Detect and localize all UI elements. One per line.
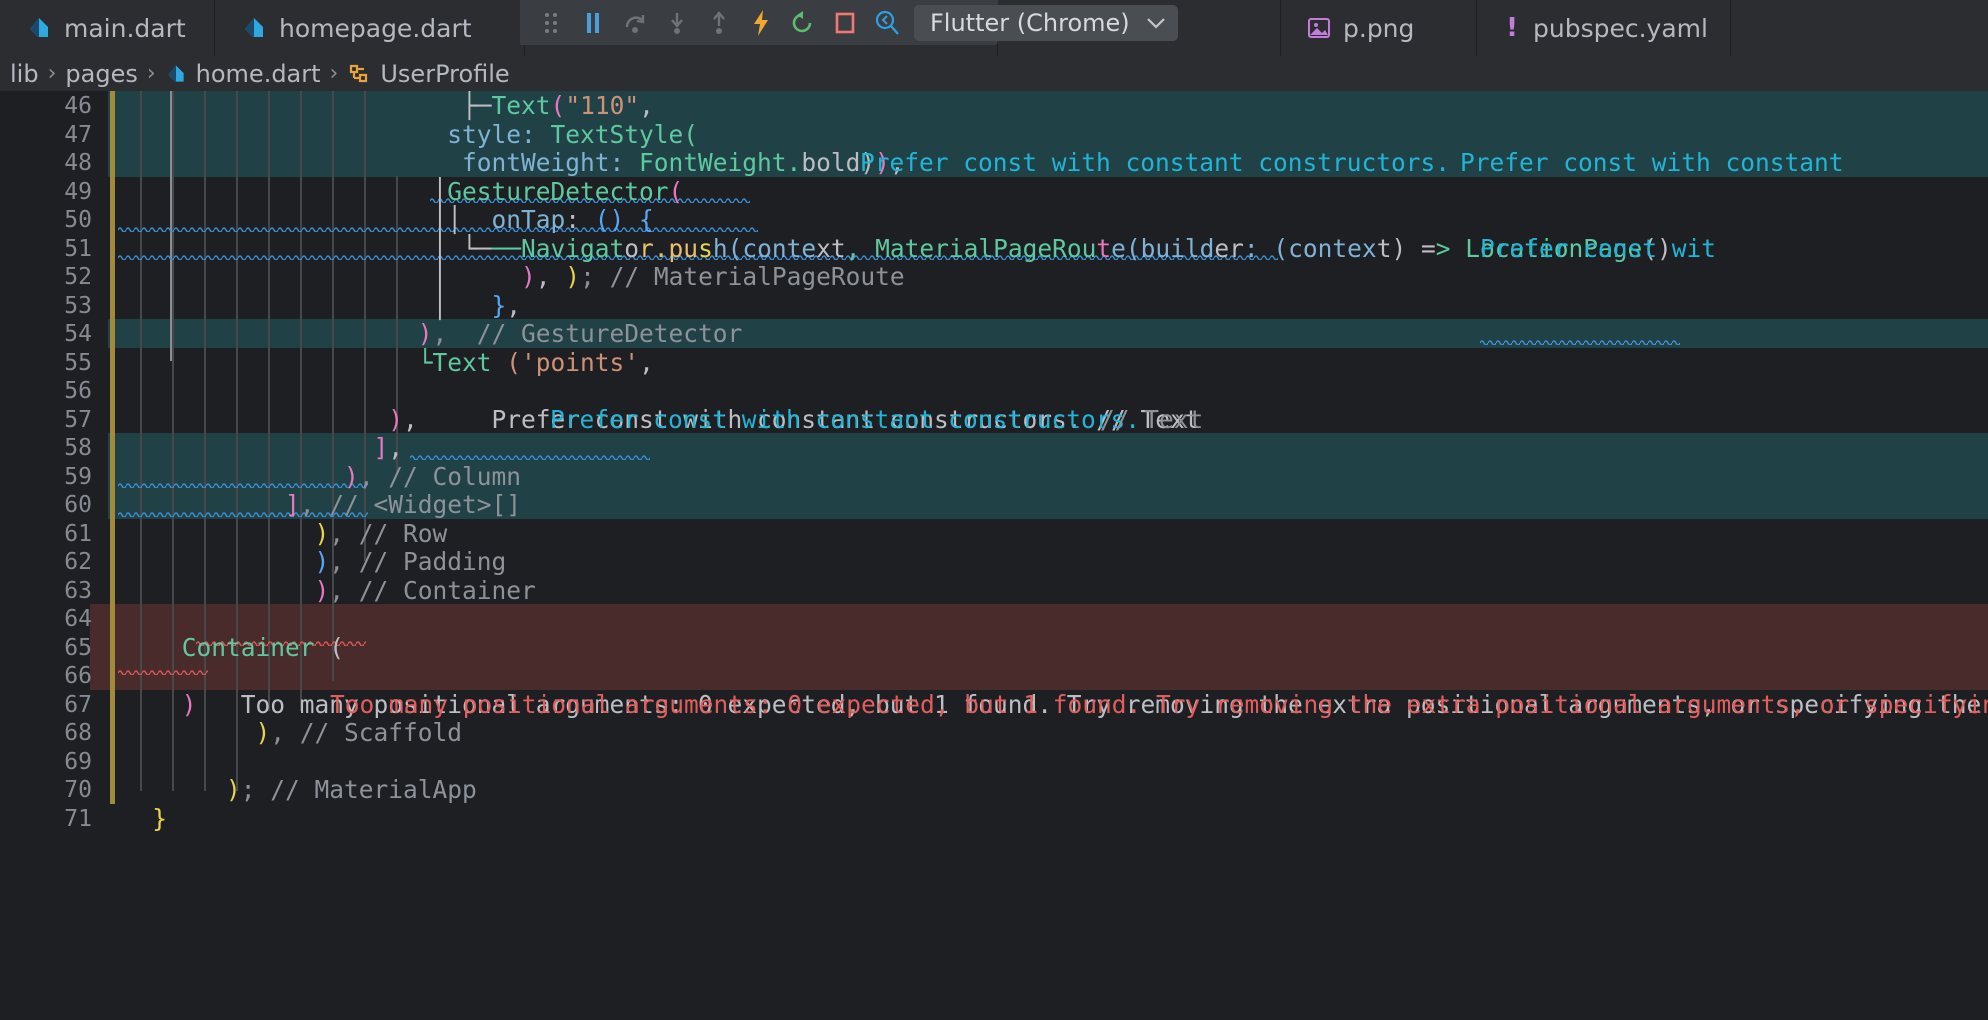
widget-inspector-button[interactable] [866,0,908,45]
step-over-button[interactable] [614,0,656,45]
step-into-icon [671,12,683,34]
drag-handle-icon[interactable] [530,0,572,45]
inline-hint: Prefer const with constant constructors. [550,404,1170,434]
inline-hint: Prefer const with constant [1460,148,1844,177]
breadcrumb-segment-home-dart[interactable]: home.dart [196,60,321,88]
tab-homepage-dart[interactable]: homepage.dart [215,0,525,56]
code-line[interactable]: } [108,801,167,837]
tab-pubspec-yaml[interactable]: ! pubspec.yaml [1477,0,1731,56]
dart-file-icon [165,63,187,85]
inline-comment: // Text [1100,404,1204,434]
restart-icon [792,10,812,32]
stop-button[interactable] [824,0,866,45]
breadcrumb-segment-userprofile[interactable]: UserProfile [380,60,509,88]
lightning-icon [754,9,768,36]
hot-restart-button[interactable] [782,0,824,45]
hot-reload-button[interactable] [740,0,782,45]
dart-file-icon [26,15,52,41]
code-line[interactable]: Container ( [108,630,344,666]
pause-icon [587,12,599,33]
stop-square-icon [835,12,855,33]
step-out-button[interactable] [698,0,740,45]
code-line[interactable]: ), // Container [108,573,536,609]
tab-label: homepage.dart [279,13,472,43]
device-selector[interactable]: Flutter (Chrome) [914,4,1178,41]
magnifier-icon [875,10,899,35]
error-squiggle [118,669,208,675]
tab-bar-filler [1731,0,1988,56]
tab-p-png[interactable]: p.png [1281,0,1477,56]
inline-hint: Prefer const with constant constructors. [860,148,1451,177]
tab-label: pubspec.yaml [1533,13,1708,43]
code-editor[interactable]: 46 47 48 49 50 51 52 53 54 55 56 57 58 59 60 61 62 63 64 65… [0,91,1988,1020]
yaml-file-icon: ! [1506,13,1518,43]
step-out-icon [713,10,725,34]
tab-label: main.dart [64,13,186,43]
device-selector-value: Flutter (Chrome) [930,8,1130,37]
breadcrumb-segment-pages[interactable]: pages [65,60,137,88]
inline-hint: Prefer const wit [1480,233,1717,263]
breadcrumb: lib › pages › home.dart › UserProfile [0,56,1988,91]
chevron-down-icon [1146,17,1165,29]
breadcrumb-segment-lib[interactable]: lib [10,60,39,88]
error-message: Too many positional arguments: 0 expecte… [330,689,1988,719]
tab-label: p.png [1343,13,1415,43]
pause-button[interactable] [572,0,614,45]
image-file-icon [1307,17,1331,39]
breadcrumb-separator: › [146,61,156,86]
code-line[interactable]: └Text ('points', [108,345,654,381]
warning-squiggle [1480,339,1680,345]
dart-file-icon [241,15,267,41]
step-over-icon [625,14,645,33]
breadcrumb-separator: › [47,61,57,86]
debug-toolbar: Flutter (Chrome) [520,0,1178,45]
tab-main-dart[interactable]: main.dart [0,0,215,56]
flutter-widget-icon [347,63,371,85]
step-into-button[interactable] [656,0,698,45]
line-number: 71 [64,805,92,832]
error-highlight-65-67 [90,604,1988,690]
breadcrumb-separator: › [329,61,339,86]
